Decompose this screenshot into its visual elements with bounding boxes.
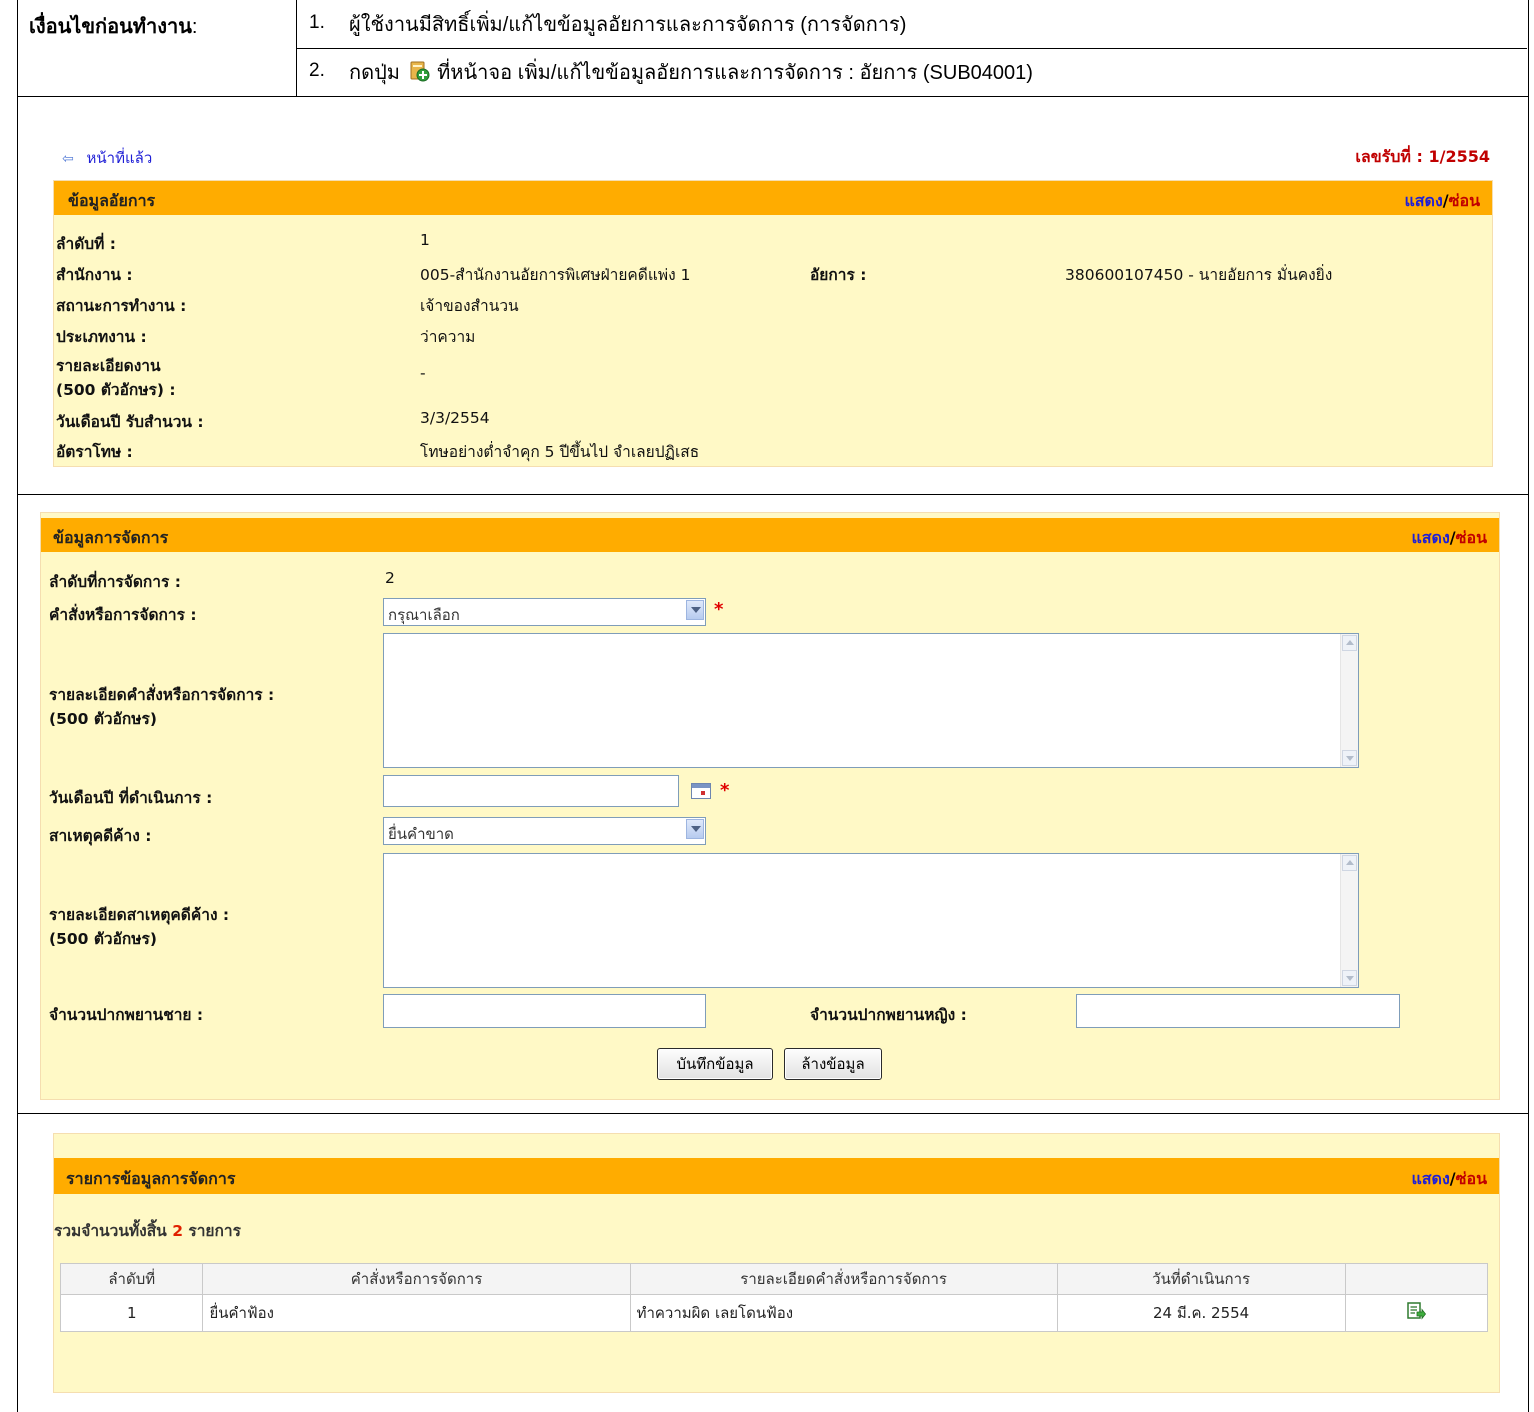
penalty-label: อัตราโทษ : — [56, 443, 133, 461]
column-header-action — [1344, 1263, 1488, 1295]
scroll-down-icon[interactable] — [1342, 970, 1357, 986]
detail-value: - — [420, 364, 426, 382]
panel-title: รายการข้อมูลการจัดการ — [66, 1169, 236, 1188]
male-witness-label: จำนวนปากพยานชาย : — [49, 1006, 204, 1024]
order-label: ลำดับที่ : — [56, 235, 116, 253]
pending-detail-label: รายละเอียดสาเหตุคดีค้าง : — [49, 906, 230, 924]
row-detail: ทำความผิด เลยโดนฟ้อง — [629, 1294, 1058, 1332]
preconditions-table: เงื่อนไขก่อนทำงาน: 1. ผู้ใช้งานมีสิทธิ์เ… — [17, 0, 1529, 97]
save-button[interactable]: บันทึกข้อมูล — [657, 1048, 773, 1080]
show-hide-toggle[interactable]: แสดง/ซ่อน — [1404, 189, 1480, 214]
female-witness-input[interactable] — [1076, 994, 1400, 1028]
column-header-command[interactable]: คำสั่งหรือการจัดการ — [202, 1263, 631, 1295]
worktype-value: ว่าความ — [420, 328, 476, 346]
table-row: 1 ยื่นคำฟ้อง ทำความผิด เลยโดนฟ้อง 24 มี.… — [59, 1294, 1488, 1332]
section-divider — [17, 494, 1529, 495]
column-header-detail[interactable]: รายละเอียดคำสั่งหรือการจัดการ — [629, 1263, 1058, 1295]
command-detail-limit: (500 ตัวอักษร) — [49, 710, 157, 728]
column-header-date[interactable]: วันที่ดำเนินการ — [1056, 1263, 1346, 1295]
penalty-value: โทษอย่างต่ำจำคุก 5 ปีขึ้นไป จำเลยปฏิเสธ — [420, 443, 700, 461]
add-management-icon — [410, 61, 430, 82]
pending-detail-textarea[interactable] — [383, 853, 1359, 988]
office-label: สำนักงาน : — [56, 266, 133, 284]
order-value: 1 — [420, 231, 430, 249]
management-list-panel: รายการข้อมูลการจัดการ แสดง/ซ่อน รวมจำนวน… — [53, 1133, 1500, 1393]
row-date: 24 มี.ค. 2554 — [1056, 1294, 1346, 1332]
list-panel-header: รายการข้อมูลการจัดการ แสดง/ซ่อน — [54, 1158, 1499, 1194]
precondition-2-number: 2. — [309, 60, 325, 81]
status-value: เจ้าของสำนวน — [420, 297, 519, 315]
scroll-down-icon[interactable] — [1342, 750, 1357, 766]
row-order: 1 — [59, 1294, 204, 1332]
preconditions-label: เงื่อนไขก่อนทำงาน: — [29, 16, 198, 38]
scrollbar[interactable] — [1340, 854, 1358, 987]
scroll-up-icon[interactable] — [1342, 635, 1357, 651]
precondition-1-text: ผู้ใช้งานมีสิทธิ์เพิ่ม/แก้ไขข้อมูลอัยการ… — [349, 14, 907, 36]
scroll-up-icon[interactable] — [1342, 855, 1357, 871]
command-detail-label: รายละเอียดคำสั่งหรือการจัดการ : — [49, 686, 275, 704]
received-date-value: 3/3/2554 — [420, 409, 490, 427]
pending-reason-select[interactable]: ยื่นคำขาด — [383, 817, 706, 845]
pending-reason-label: สาเหตุคดีค้าง : — [49, 827, 152, 845]
clear-button[interactable]: ล้างข้อมูล — [784, 1048, 882, 1080]
management-order-label: ลำดับที่การจัดการ : — [49, 573, 181, 591]
office-value: 005-สำนักงานอัยการพิเศษฝ่ายคดีแพ่ง 1 — [420, 266, 691, 284]
total-count-text: รวมจำนวนทั้งสิ้น 2 รายการ — [54, 1222, 241, 1240]
prosecutor-value: 380600107450 - นายอัยการ มั่นคงยิ่ง — [1065, 266, 1333, 284]
precondition-1-number: 1. — [309, 12, 325, 33]
precondition-2-text: กดปุ่ม ที่หน้าจอ เพิ่ม/แก้ไขข้อมูลอัยการ… — [349, 61, 1033, 84]
management-order-value: 2 — [385, 569, 395, 587]
detail-label: รายละเอียดงาน — [56, 357, 161, 375]
prosecutor-label: อัยการ : — [810, 266, 867, 284]
section-divider — [17, 1113, 1529, 1114]
management-panel-header: ข้อมูลการจัดการ แสดง/ซ่อน — [41, 518, 1499, 552]
prosecutor-panel-header: ข้อมูลอัยการ แสดง/ซ่อน — [54, 181, 1492, 215]
female-witness-label: จำนวนปากพยานหญิง : — [810, 1006, 967, 1024]
command-label: คำสั่งหรือการจัดการ : — [49, 606, 197, 624]
status-label: สถานะการทำงาน : — [56, 297, 187, 315]
show-hide-toggle[interactable]: แสดง/ซ่อน — [1411, 1167, 1487, 1192]
row-divider — [297, 48, 1527, 49]
panel-title: ข้อมูลการจัดการ — [53, 528, 169, 547]
panel-title: ข้อมูลอัยการ — [68, 191, 156, 210]
column-header-order[interactable]: ลำดับที่ — [59, 1263, 204, 1295]
edit-record-icon[interactable] — [1406, 1301, 1427, 1321]
male-witness-input[interactable] — [383, 994, 706, 1028]
show-hide-toggle[interactable]: แสดง/ซ่อน — [1411, 526, 1487, 551]
prosecutor-panel: ข้อมูลอัยการ แสดง/ซ่อน ลำดับที่ : 1 สำนั… — [53, 180, 1493, 467]
row-action — [1344, 1294, 1488, 1332]
detail-label-limit: (500 ตัวอักษร) : — [56, 381, 176, 399]
table-header-row: ลำดับที่ คำสั่งหรือการจัดการ รายละเอียดค… — [59, 1263, 1488, 1295]
required-mark: * — [720, 780, 730, 801]
command-detail-textarea[interactable] — [383, 633, 1359, 768]
calendar-icon[interactable] — [691, 783, 711, 799]
action-date-input[interactable] — [383, 775, 679, 807]
pending-detail-limit: (500 ตัวอักษร) — [49, 930, 157, 948]
row-command: ยื่นคำฟ้อง — [202, 1294, 631, 1332]
management-table: ลำดับที่ คำสั่งหรือการจัดการ รายละเอียดค… — [59, 1263, 1488, 1332]
worktype-label: ประเภทงาน : — [56, 328, 147, 346]
received-date-label: วันเดือนปี รับสำนวน : — [56, 413, 204, 431]
required-mark: * — [714, 599, 724, 620]
action-date-label: วันเดือนปี ที่ดำเนินการ : — [49, 789, 213, 807]
command-select[interactable]: กรุณาเลือก — [383, 598, 706, 626]
chevron-down-icon — [686, 600, 704, 620]
chevron-down-icon — [686, 819, 704, 839]
scrollbar[interactable] — [1340, 634, 1358, 767]
management-panel: ข้อมูลการจัดการ แสดง/ซ่อน ลำดับที่การจัด… — [40, 512, 1500, 1100]
